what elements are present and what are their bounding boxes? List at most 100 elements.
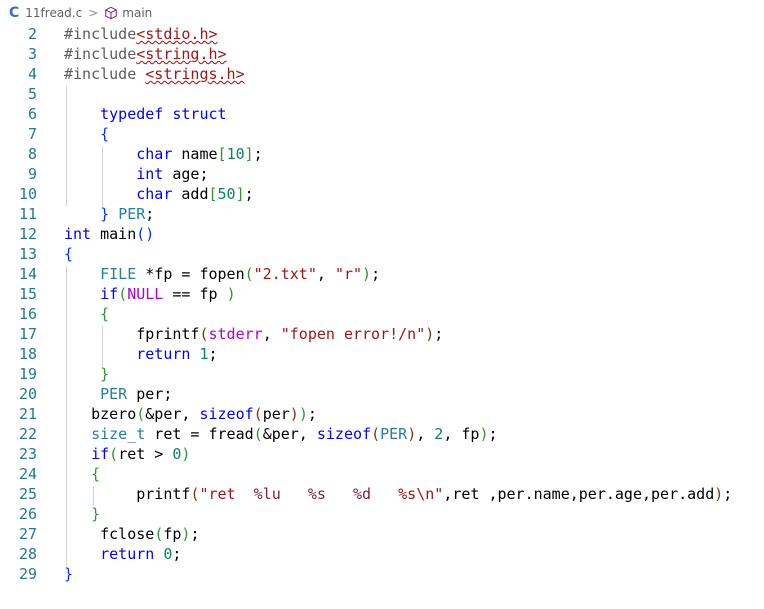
- code-token: %s\n": [398, 485, 444, 503]
- code-line[interactable]: 11 } PER;: [0, 204, 764, 224]
- code-line[interactable]: 20 PER per;: [0, 384, 764, 404]
- code-token: size_t: [91, 425, 146, 443]
- code-token: fp: [163, 525, 182, 543]
- code-token: "fopen error!/n": [280, 325, 426, 343]
- code-token: add: [172, 185, 209, 203]
- code-line[interactable]: 19 }: [0, 364, 764, 384]
- code-token: per;: [127, 385, 173, 403]
- line-number: 19: [18, 365, 37, 383]
- code-text: bzero(&per, sizeof(per));: [64, 404, 317, 424]
- code-token: ]: [235, 185, 245, 203]
- line-number: 21: [18, 405, 37, 423]
- code-token: ;: [434, 325, 444, 343]
- code-token: bzero: [64, 405, 137, 423]
- code-token: {: [64, 245, 74, 263]
- code-token: ): [425, 325, 435, 343]
- code-text: int main(): [64, 224, 154, 244]
- line-number: 25: [18, 485, 37, 503]
- code-line[interactable]: 3 #include<string.h>: [0, 44, 764, 64]
- code-text: }: [64, 504, 100, 524]
- code-text: #include<stdio.h>: [64, 24, 218, 44]
- code-token: (: [371, 425, 381, 443]
- line-number: 18: [18, 345, 37, 363]
- code-token: {: [91, 465, 101, 483]
- code-line[interactable]: 28 return 0;: [0, 544, 764, 564]
- line-number: 5: [27, 85, 37, 103]
- code-line[interactable]: 26 }: [0, 504, 764, 524]
- code-token: }: [64, 565, 74, 583]
- code-token: PER: [380, 425, 408, 443]
- code-line[interactable]: 29}: [0, 564, 764, 584]
- line-number: 24: [18, 465, 37, 483]
- code-token: ): [362, 265, 372, 283]
- code-token: ;: [371, 265, 381, 283]
- line-number: 22: [18, 425, 37, 443]
- breadcrumb: C 11fread.c > main: [0, 0, 764, 26]
- code-token: <strings.h>: [145, 65, 245, 83]
- code-token: 10: [226, 145, 245, 163]
- breadcrumb-file[interactable]: 11fread.c: [25, 6, 82, 20]
- code-line[interactable]: 24 {: [0, 464, 764, 484]
- code-line[interactable]: 15 if(NULL == fp ): [0, 284, 764, 304]
- code-token: {: [100, 125, 110, 143]
- code-token: PER: [100, 385, 128, 403]
- line-number: 20: [18, 385, 37, 403]
- code-line[interactable]: 4 #include <strings.h>: [0, 64, 764, 84]
- line-number: 23: [18, 445, 37, 463]
- line-number: 4: [27, 65, 37, 83]
- code-line[interactable]: 2 #include<stdio.h>: [0, 24, 764, 44]
- breadcrumb-symbol[interactable]: main: [122, 6, 152, 20]
- code-token: %s: [307, 485, 326, 503]
- code-text: char add[50];: [64, 184, 253, 204]
- code-line[interactable]: 22 size_t ret = fread(&per, sizeof(PER),…: [0, 424, 764, 444]
- code-token: ;: [488, 425, 498, 443]
- code-line[interactable]: 12 int main(): [0, 224, 764, 244]
- code-editor[interactable]: 2 #include<stdio.h> 3 #include<string.h> 4 #i…: [0, 24, 764, 609]
- code-token: (: [244, 265, 254, 283]
- line-number: 15: [18, 285, 37, 303]
- code-line[interactable]: 8 char name[10];: [0, 144, 764, 164]
- code-token: {: [100, 305, 110, 323]
- breadcrumb-separator: >: [88, 6, 99, 20]
- code-token: printf: [64, 485, 191, 503]
- code-line[interactable]: 17 fprintf(stderr, "fopen error!/n");: [0, 324, 764, 344]
- code-line[interactable]: 23 if(ret > 0): [0, 444, 764, 464]
- code-token: ]: [244, 145, 254, 163]
- code-token: sizeof: [199, 405, 254, 423]
- line-number: 10: [18, 185, 37, 203]
- code-line[interactable]: 16 {: [0, 304, 764, 324]
- code-token: struct: [172, 105, 227, 123]
- code-line[interactable]: 18 return 1;: [0, 344, 764, 364]
- code-line[interactable]: 9 int age;: [0, 164, 764, 184]
- code-line[interactable]: 14 FILE *fp = fopen("2.txt", "r");: [0, 264, 764, 284]
- code-line[interactable]: 13 {: [0, 244, 764, 264]
- code-line[interactable]: 25 printf("ret %lu %s %d %s\n",ret ,per.…: [0, 484, 764, 504]
- code-token: name: [172, 145, 218, 163]
- code-token: == fp: [163, 285, 227, 303]
- code-line[interactable]: 5: [0, 84, 764, 104]
- code-text: {: [64, 124, 109, 144]
- line-number: 9: [27, 165, 37, 183]
- line-number: 29: [18, 565, 37, 583]
- code-line[interactable]: 7 {: [0, 124, 764, 144]
- code-token: ret >: [118, 445, 173, 463]
- code-text: }: [64, 564, 73, 584]
- code-line[interactable]: 10 char add[50];: [0, 184, 764, 204]
- code-line[interactable]: 27 fclose(fp);: [0, 524, 764, 544]
- code-token: FILE: [100, 265, 137, 283]
- code-token: (: [109, 445, 119, 463]
- code-text: fprintf(stderr, "fopen error!/n");: [64, 324, 443, 344]
- code-line[interactable]: 21 bzero(&per, sizeof(per));: [0, 404, 764, 424]
- code-token: 50: [217, 185, 236, 203]
- code-line[interactable]: 6 typedef struct: [0, 104, 764, 124]
